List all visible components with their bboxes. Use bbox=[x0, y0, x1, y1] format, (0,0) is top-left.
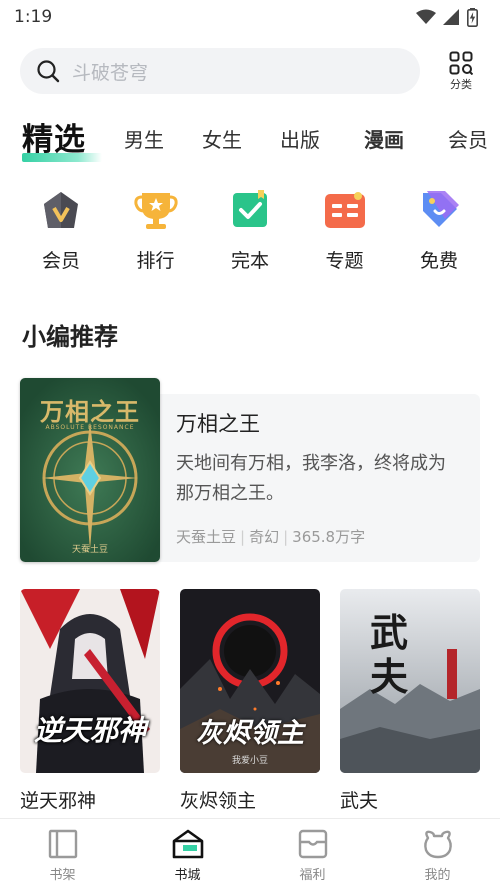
nav-label-profile: 我的 bbox=[424, 868, 451, 883]
battery-icon bbox=[467, 7, 478, 27]
featured-book-desc: 天地间有万相，我李洛，终将成为那万相之王。 bbox=[176, 453, 446, 504]
featured-cover-author: 天蚕土豆 bbox=[71, 545, 108, 555]
quick-label-rank: 排行 bbox=[136, 250, 175, 272]
category-label: 分类 bbox=[450, 77, 472, 91]
status-bar: 1:19 bbox=[0, 0, 500, 34]
nav-item-bookshelf[interactable]: 书架 bbox=[0, 819, 125, 888]
tab-male[interactable]: 男生 bbox=[124, 124, 164, 153]
tab-female[interactable]: 女生 bbox=[202, 124, 242, 153]
book-title[interactable]: 武夫 bbox=[340, 786, 480, 813]
book-cover-title: 灰烬领主 bbox=[196, 718, 304, 749]
grid-category-icon bbox=[449, 51, 473, 75]
nav-item-welfare[interactable]: 福利 bbox=[250, 819, 375, 888]
search-placeholder: 斗破苍穹 bbox=[72, 61, 149, 84]
wifi-icon bbox=[416, 9, 436, 24]
book-title[interactable]: 灰烬领主 bbox=[180, 786, 320, 813]
quick-item-topic[interactable]: 专题 bbox=[306, 188, 384, 273]
vip-crown-icon bbox=[39, 188, 83, 232]
meta-separator: | bbox=[283, 528, 289, 546]
finished-check-icon bbox=[228, 188, 272, 232]
quick-item-rank[interactable]: 排行 bbox=[117, 188, 195, 273]
book-cover-title: 逆天邪神 bbox=[33, 714, 146, 747]
book-cover[interactable]: 逆天邪神 bbox=[20, 589, 160, 773]
search-input[interactable]: 斗破苍穹 bbox=[20, 48, 420, 94]
tab-manga[interactable]: 漫画 bbox=[364, 124, 404, 153]
featured-book-cover[interactable]: 万相之王 ABSOLUTE RESONANCE 天蚕土豆 bbox=[20, 378, 160, 562]
tab-publish[interactable]: 出版 bbox=[280, 124, 320, 153]
category-button[interactable]: 分类 bbox=[446, 51, 476, 92]
quick-item-free[interactable]: 免费 bbox=[400, 188, 478, 273]
featured-cover-title: 万相之王 bbox=[40, 397, 140, 426]
quick-label-vip: 会员 bbox=[41, 250, 80, 272]
cell-signal-icon bbox=[443, 9, 459, 25]
featured-cover-subtitle: ABSOLUTE RESONANCE bbox=[45, 424, 135, 431]
nav-label-welfare: 福利 bbox=[299, 868, 326, 883]
book-cover[interactable]: 武夫 bbox=[340, 589, 480, 773]
featured-book-title[interactable]: 万相之王 bbox=[176, 408, 462, 438]
tab-vip[interactable]: 会员 bbox=[448, 124, 488, 153]
book-item[interactable]: 灰烬领主 我爱小豆 灰烬领主 bbox=[180, 589, 320, 813]
meta-separator: | bbox=[240, 528, 246, 546]
book-item[interactable]: 逆天邪神 逆天邪神 bbox=[20, 589, 160, 813]
status-time: 1:19 bbox=[14, 7, 53, 27]
nav-label-bookstore: 书城 bbox=[174, 868, 201, 883]
featured-book-card[interactable]: 万相之王 ABSOLUTE RESONANCE 天蚕土豆 万相之王 天地间有万相… bbox=[20, 378, 480, 562]
bookstore-icon bbox=[169, 827, 207, 861]
nav-label-bookshelf: 书架 bbox=[49, 868, 76, 883]
quick-item-finished[interactable]: 完本 bbox=[211, 188, 289, 273]
nav-item-profile[interactable]: 我的 bbox=[375, 819, 500, 888]
topic-icon bbox=[323, 188, 367, 232]
nav-item-bookstore[interactable]: 书城 bbox=[125, 819, 250, 888]
book-cover[interactable]: 灰烬领主 我爱小豆 bbox=[180, 589, 320, 773]
welfare-icon bbox=[294, 827, 332, 861]
channel-tabs: 精选 男生 女生 出版 漫画 会员 bbox=[0, 110, 500, 166]
featured-book-info: 万相之王 天地间有万相，我李洛，终将成为那万相之王。 天蚕土豆 | 奇幻 | 365.8… bbox=[176, 408, 462, 547]
quick-label-free: 免费 bbox=[419, 250, 458, 272]
bookshelf-icon bbox=[44, 827, 82, 861]
book-cover-title: 武夫 bbox=[370, 610, 409, 699]
quick-entries: 会员 排行 完本 专题 免费 bbox=[0, 188, 500, 273]
bottom-nav: 书架 书城 福利 我的 bbox=[0, 818, 500, 888]
featured-book-genre: 奇幻 bbox=[249, 528, 280, 546]
status-icons bbox=[416, 7, 478, 27]
quick-label-topic: 专题 bbox=[325, 250, 364, 272]
book-grid: 逆天邪神 逆天邪神 灰烬领主 我爱小豆 灰烬领主 武夫 武夫 bbox=[20, 589, 480, 813]
featured-book-author: 天蚕土豆 bbox=[176, 528, 237, 546]
profile-bear-icon bbox=[419, 827, 457, 861]
trophy-icon bbox=[133, 188, 178, 232]
featured-book-words: 365.8万字 bbox=[292, 528, 366, 546]
book-title[interactable]: 逆天邪神 bbox=[20, 786, 160, 813]
book-item[interactable]: 武夫 武夫 bbox=[340, 589, 480, 813]
quick-label-finished: 完本 bbox=[230, 250, 269, 272]
section-title: 小编推荐 bbox=[22, 323, 118, 351]
free-tag-icon bbox=[417, 188, 461, 232]
search-row: 斗破苍穹 分类 bbox=[0, 34, 500, 94]
search-icon bbox=[37, 60, 60, 83]
book-cover-author: 我爱小豆 bbox=[231, 756, 268, 766]
quick-item-vip[interactable]: 会员 bbox=[22, 188, 100, 273]
featured-book-meta: 天蚕土豆 | 奇幻 | 365.8万字 bbox=[176, 526, 462, 547]
tab-featured[interactable]: 精选 bbox=[22, 114, 86, 159]
